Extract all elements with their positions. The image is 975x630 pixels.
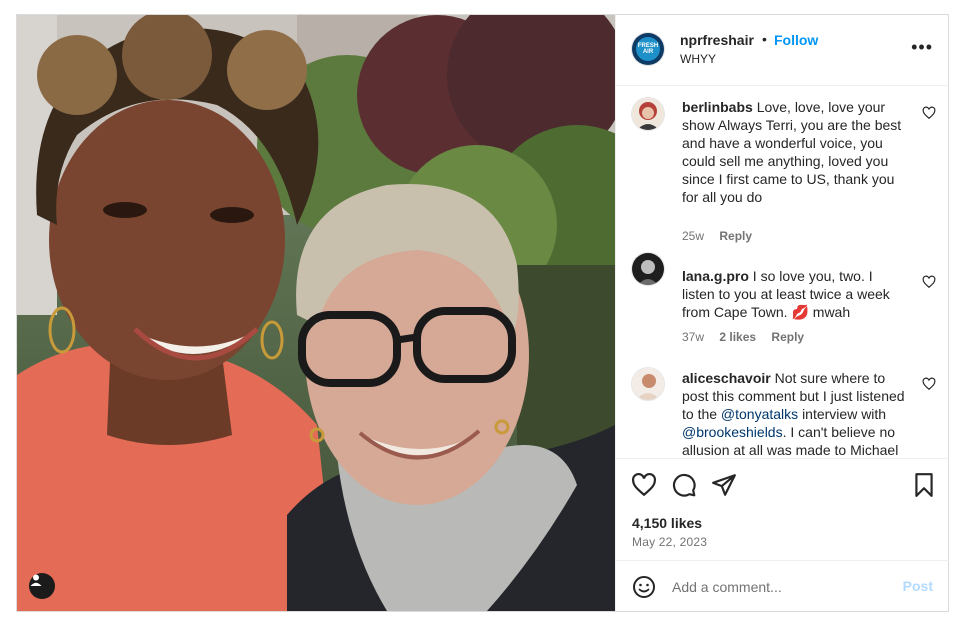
comment-age: 37w xyxy=(682,330,705,344)
heart-icon[interactable] xyxy=(922,106,936,120)
avatar[interactable] xyxy=(632,368,664,400)
mention-link[interactable]: @tonyatalks xyxy=(721,406,798,422)
header-username[interactable]: nprfreshair xyxy=(680,32,754,48)
header-separator: • xyxy=(762,31,767,47)
comment-username[interactable]: lana.g.pro xyxy=(682,268,749,284)
bookmark-icon[interactable] xyxy=(911,472,937,498)
comments-list[interactable]: berlinbabs Love, love, love your show Al… xyxy=(616,86,949,458)
add-comment-bar: Post xyxy=(616,560,949,612)
comment-age: 25w xyxy=(682,229,705,243)
avatar[interactable] xyxy=(632,253,664,285)
post-photo[interactable] xyxy=(17,15,615,611)
post-dialog: FRESH AIR nprfreshair • Follow WHYY ••• xyxy=(16,14,949,612)
post-actions: 4,150 likes May 22, 2023 xyxy=(616,458,949,561)
likes-count[interactable]: 4,150 likes xyxy=(632,515,702,531)
avatar[interactable]: FRESH AIR xyxy=(632,33,664,65)
follow-button[interactable]: Follow xyxy=(774,32,818,48)
emoji-icon[interactable] xyxy=(632,575,656,599)
photo-illustration xyxy=(17,15,615,611)
post-side-panel: FRESH AIR nprfreshair • Follow WHYY ••• xyxy=(615,15,949,611)
comment-icon[interactable] xyxy=(671,472,697,498)
comment-content: interview with xyxy=(802,406,887,422)
comment-likes[interactable]: 2 likes xyxy=(719,330,756,344)
heart-icon[interactable] xyxy=(631,472,657,498)
comment-username[interactable]: berlinbabs xyxy=(682,99,753,115)
reply-button[interactable]: Reply xyxy=(719,229,752,243)
comment-input[interactable] xyxy=(672,577,892,597)
ellipsis-icon[interactable]: ••• xyxy=(911,37,933,58)
avatar[interactable] xyxy=(632,98,664,130)
person-icon[interactable] xyxy=(29,573,55,599)
comment-meta: 37w 2 likes Reply xyxy=(682,330,816,344)
reply-button[interactable]: Reply xyxy=(771,330,804,344)
avatar-logo: FRESH AIR xyxy=(636,37,660,61)
comment-text: lana.g.pro I so love you, two. I listen … xyxy=(682,267,907,321)
comment-username[interactable]: aliceschavoir xyxy=(682,370,771,386)
header-subtitle[interactable]: WHYY xyxy=(680,52,716,66)
post-date[interactable]: May 22, 2023 xyxy=(632,535,707,549)
comment-meta: 25w Reply xyxy=(682,229,764,243)
post-button[interactable]: Post xyxy=(903,578,933,594)
send-icon[interactable] xyxy=(711,472,737,498)
post-header: FRESH AIR nprfreshair • Follow WHYY ••• xyxy=(616,15,949,86)
heart-icon[interactable] xyxy=(922,377,936,391)
mention-link[interactable]: @brookeshields xyxy=(682,424,783,440)
heart-icon[interactable] xyxy=(922,275,936,289)
comment-text: berlinbabs Love, love, love your show Al… xyxy=(682,98,907,206)
comment-text: aliceschavoir Not sure where to post thi… xyxy=(682,369,907,458)
